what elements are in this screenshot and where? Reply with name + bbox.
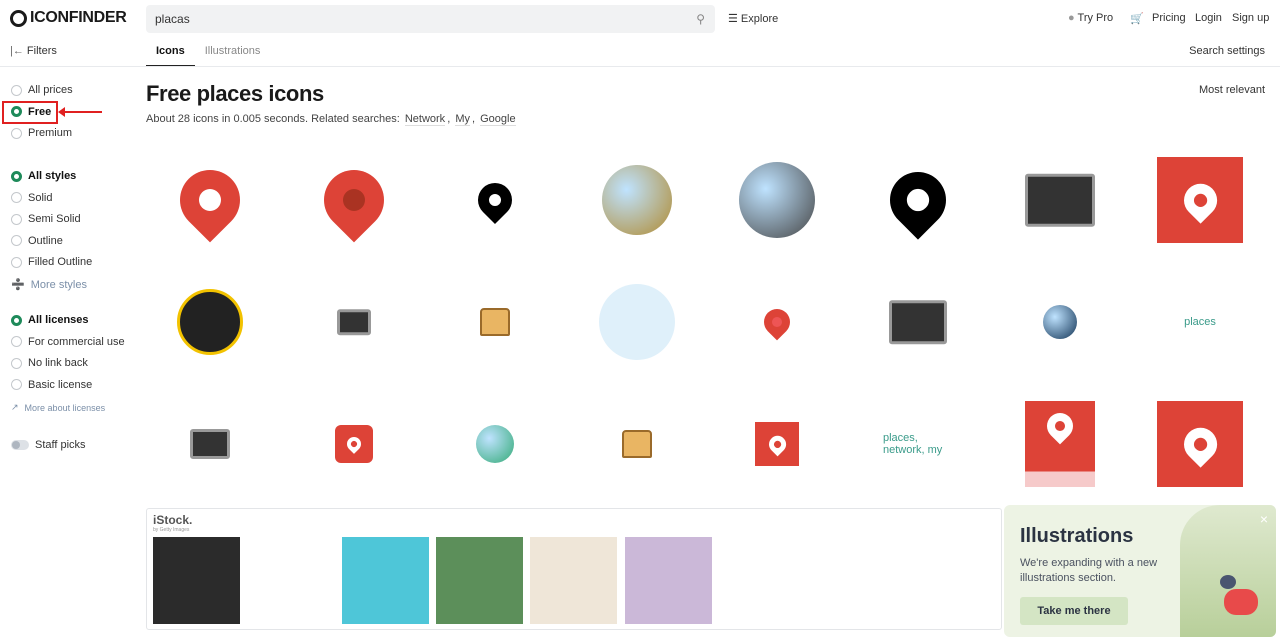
- map-pin-icon[interactable]: [311, 157, 397, 243]
- pricing-link[interactable]: Pricing: [1152, 12, 1186, 24]
- stock-image-thumbnail[interactable]: [341, 537, 429, 624]
- filter-all-prices[interactable]: All prices: [11, 84, 73, 96]
- close-icon[interactable]: ×: [1260, 511, 1268, 527]
- map-pin-icon[interactable]: [470, 175, 520, 225]
- radio-button[interactable]: [11, 213, 22, 225]
- related-network[interactable]: Network: [404, 113, 446, 126]
- staff-picks-toggle[interactable]: Staff picks: [11, 439, 86, 451]
- radio-button[interactable]: [11, 357, 22, 369]
- filter-solid[interactable]: Solid: [11, 192, 52, 204]
- filter-all-licenses[interactable]: All licenses: [11, 314, 89, 326]
- pro-icon: ●: [1068, 12, 1075, 24]
- map-pin-icon[interactable]: [758, 303, 796, 341]
- filter-basic-license[interactable]: Basic license: [11, 379, 92, 391]
- filter-semi-solid[interactable]: Semi Solid: [11, 213, 81, 225]
- house-icon[interactable]: [480, 308, 510, 336]
- annotation-arrow: [58, 107, 102, 117]
- filter-for-commercial-use[interactable]: For commercial use: [11, 336, 125, 348]
- stock-image-thumbnail[interactable]: [813, 537, 901, 624]
- map-pin-icon[interactable]: [1157, 157, 1243, 243]
- radio-button[interactable]: [11, 170, 22, 182]
- filter-outline[interactable]: Outline: [11, 235, 63, 247]
- map-pin-icon[interactable]: [1157, 401, 1243, 487]
- computer-globe-icon[interactable]: [476, 425, 514, 463]
- stock-image-thumbnail[interactable]: [907, 537, 995, 624]
- gear-globe-icon[interactable]: [739, 162, 815, 238]
- stock-image-thumbnail[interactable]: [718, 537, 806, 624]
- highlight-box: [2, 101, 58, 124]
- broken-image[interactable]: places, network, my: [883, 432, 953, 456]
- more-licenses-link[interactable]: ↗ More about licenses: [11, 402, 105, 413]
- house-icon[interactable]: [622, 430, 652, 458]
- globe-icon[interactable]: [1043, 305, 1077, 339]
- radio-button[interactable]: [11, 379, 22, 390]
- filter-filled-outline[interactable]: Filled Outline: [11, 256, 92, 268]
- map-pin-icon[interactable]: [167, 157, 253, 243]
- sort-dropdown[interactable]: Most relevant: [1199, 84, 1265, 96]
- stock-image-thumbnail[interactable]: [530, 537, 618, 624]
- people-icon[interactable]: [599, 284, 675, 360]
- results-meta: About 28 icons in 0.005 seconds. Related…: [146, 113, 516, 126]
- promo-title: Illustrations: [1020, 525, 1134, 547]
- computer-globe-icon[interactable]: [1025, 173, 1095, 227]
- take-me-there-button[interactable]: Take me there: [1020, 597, 1128, 625]
- radio-button[interactable]: [11, 336, 22, 347]
- map-pin-icon[interactable]: [878, 160, 958, 240]
- radio-button[interactable]: [11, 256, 22, 268]
- search-input[interactable]: placas ⚲: [146, 5, 715, 33]
- toggle-switch[interactable]: [11, 440, 29, 450]
- related-my[interactable]: My: [455, 113, 470, 126]
- filter-all-styles[interactable]: All styles: [11, 170, 76, 182]
- stock-image-thumbnail[interactable]: [435, 537, 523, 624]
- radio-button[interactable]: [11, 192, 22, 203]
- illustrations-promo: Illustrations We're expanding with a new…: [1004, 505, 1276, 637]
- map-pin-icon[interactable]: [755, 422, 799, 466]
- stock-image-thumbnail[interactable]: [247, 537, 335, 624]
- cart-icon[interactable]: 🛒: [1130, 12, 1144, 25]
- monitor-globe-icon[interactable]: [889, 300, 947, 344]
- istock-banner[interactable]: iStock. by Getty Images: [146, 508, 1002, 630]
- login-link[interactable]: Login: [1195, 12, 1222, 24]
- stock-image-thumbnail[interactable]: [624, 537, 712, 624]
- radio-button[interactable]: [11, 235, 22, 246]
- map-pin-icon[interactable]: [335, 425, 373, 463]
- filters-toggle[interactable]: |← Filters: [10, 45, 57, 57]
- logo-icon: [10, 9, 27, 27]
- collapse-icon: |←: [10, 45, 24, 57]
- signup-link[interactable]: Sign up: [1232, 12, 1269, 24]
- tab-icons[interactable]: Icons: [146, 39, 195, 67]
- page-title: Free places icons: [146, 81, 324, 106]
- filter-premium[interactable]: Premium: [11, 127, 72, 139]
- istock-logo: iStock.: [153, 513, 193, 527]
- monitors-icon[interactable]: [190, 429, 230, 459]
- radio-button[interactable]: [11, 127, 22, 139]
- more-styles-link[interactable]: ➗ More styles: [11, 278, 87, 292]
- search-icon[interactable]: ⚲: [696, 12, 705, 26]
- promo-text: We're expanding with a new illustrations…: [1020, 557, 1158, 584]
- try-pro-link[interactable]: ● Try Pro: [1068, 12, 1113, 24]
- search-settings-link[interactable]: Search settings: [1189, 45, 1265, 57]
- map-pin-icon[interactable]: [1025, 401, 1095, 487]
- external-link-icon: ↗: [11, 402, 19, 412]
- folder-icon[interactable]: [177, 289, 243, 355]
- computer-icon[interactable]: [337, 309, 371, 335]
- radio-button[interactable]: [11, 84, 22, 96]
- broken-image[interactable]: places: [1184, 316, 1216, 328]
- divider: [0, 66, 1280, 67]
- stock-image-thumbnail[interactable]: [153, 537, 240, 624]
- explore-button[interactable]: ☰ Explore: [728, 12, 778, 25]
- filter-no-link-back[interactable]: No link back: [11, 357, 88, 369]
- logo[interactable]: ICONFINDER: [10, 9, 127, 27]
- radio-button[interactable]: [11, 314, 22, 326]
- expand-icon: ➗: [11, 279, 25, 291]
- tab-illustrations[interactable]: Illustrations: [195, 39, 271, 67]
- related-google[interactable]: Google: [480, 113, 516, 126]
- globe-icon[interactable]: [602, 165, 672, 235]
